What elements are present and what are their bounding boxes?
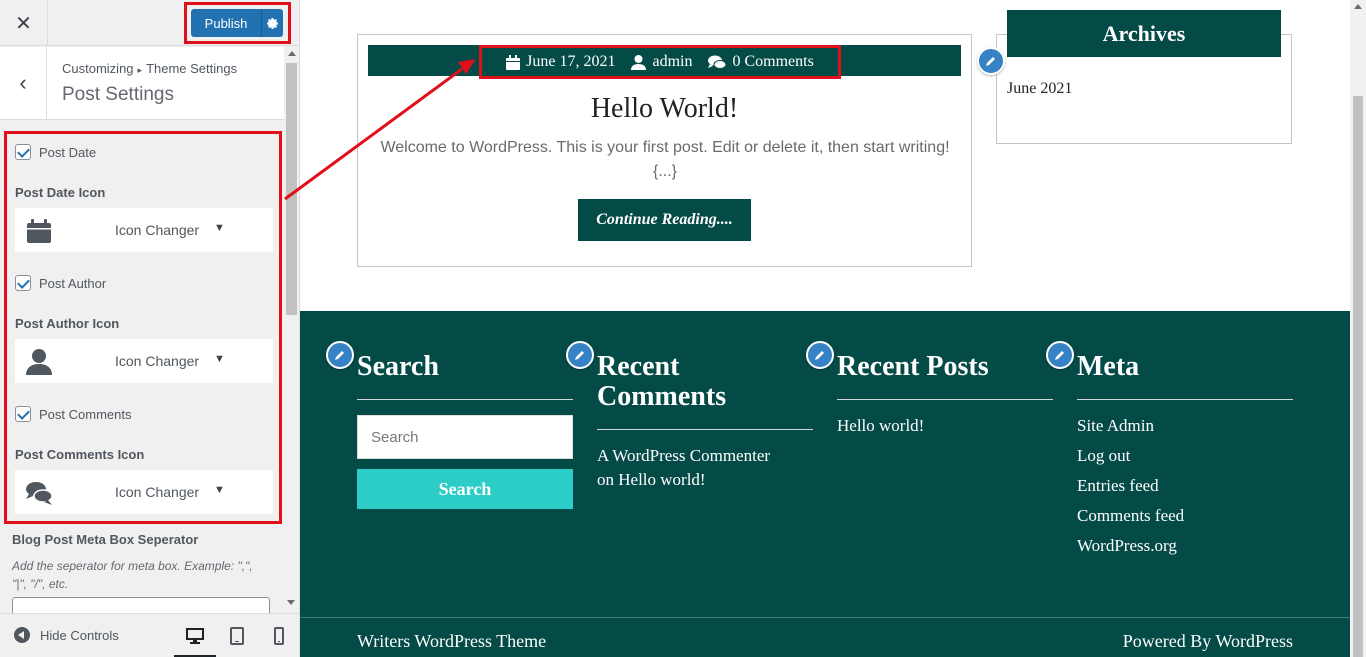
- post-author-icon-changer[interactable]: Icon Changer ▼: [15, 339, 273, 383]
- hide-controls-button[interactable]: Hide Controls: [14, 627, 119, 643]
- tablet-icon[interactable]: [227, 626, 247, 646]
- breadcrumb-current: Theme Settings: [146, 61, 238, 76]
- scroll-up-arrow-icon[interactable]: [1354, 4, 1362, 9]
- widget-divider: [837, 399, 1053, 400]
- hide-controls-label: Hide Controls: [40, 627, 119, 643]
- post-meta-highlight: June 17, 2021 admin 0 Comments: [479, 45, 841, 79]
- icon-changer-label: Icon Changer: [115, 222, 200, 238]
- widget-divider: [1077, 399, 1293, 400]
- customizer-sidebar: ✕ Publish ‹ Customizing ▸ Theme Settings P…: [0, 0, 300, 657]
- calendar-icon: [506, 54, 521, 70]
- post-comments-meta[interactable]: 0 Comments: [708, 53, 814, 71]
- post-author-meta[interactable]: admin: [631, 53, 692, 71]
- post-author-text: admin: [652, 53, 693, 70]
- post-comments-text: 0 Comments: [732, 53, 814, 70]
- icon-changer-label: Icon Changer: [115, 484, 200, 500]
- scroll-down-arrow-icon[interactable]: [287, 600, 295, 605]
- post-date-checkbox[interactable]: [15, 144, 31, 160]
- post-date-checkbox-row[interactable]: Post Date: [15, 144, 96, 160]
- icon-changer-label: Icon Changer: [115, 353, 200, 369]
- chevron-down-icon: ▼: [214, 353, 225, 365]
- post-comments-icon-label: Post Comments Icon: [15, 447, 145, 462]
- widget-divider: [597, 429, 813, 430]
- continue-reading-button[interactable]: Continue Reading....: [578, 199, 751, 241]
- breadcrumb: Customizing ▸ Theme Settings: [62, 61, 237, 76]
- site-preview: June 17, 2021 admin 0 Comments Hello Wor…: [300, 0, 1366, 657]
- recent-post-link[interactable]: Hello world!: [837, 414, 924, 438]
- footer-theme-credit[interactable]: Writers WordPress Theme: [357, 631, 546, 652]
- recent-comments-title-line1: Recent: [597, 351, 680, 382]
- publish-button[interactable]: Publish: [191, 9, 261, 37]
- scrollbar-thumb[interactable]: [1353, 96, 1363, 657]
- post-date-checkbox-label: Post Date: [39, 144, 97, 160]
- post-date-text: June 17, 2021: [526, 53, 616, 70]
- breadcrumb-separator: ▸: [137, 65, 143, 75]
- search-input[interactable]: Search: [357, 415, 573, 459]
- scrollbar-thumb[interactable]: [286, 63, 297, 315]
- post-excerpt: Welcome to WordPress. This is your first…: [380, 139, 950, 180]
- post-comments-checkbox[interactable]: [15, 406, 31, 422]
- post-date-icon-label: Post Date Icon: [15, 185, 106, 200]
- breadcrumb-parent: Customizing: [62, 61, 134, 76]
- post-comments-icon-changer[interactable]: Icon Changer ▼: [15, 470, 273, 514]
- recent-comments-title-line2: Comments: [597, 381, 727, 412]
- footer-divider: [300, 617, 1350, 618]
- back-chevron-icon[interactable]: ‹: [0, 47, 47, 119]
- meta-separator-input[interactable]: [12, 597, 270, 613]
- post-meta-controls-highlight: Post Date Post Date Icon Icon Changer ▼ …: [4, 131, 282, 524]
- chevron-down-icon: ▼: [214, 222, 225, 234]
- edit-shortcut-pencil-icon[interactable]: [977, 47, 1005, 75]
- archives-title: Archives: [1007, 10, 1281, 57]
- section-header: ‹ Customizing ▸ Theme Settings Post Settin…: [0, 47, 284, 120]
- calendar-icon: [27, 219, 51, 243]
- meta-widget-title: Meta: [1077, 351, 1140, 382]
- post-date-icon-changer[interactable]: Icon Changer ▼: [15, 208, 273, 252]
- meta-separator-label: Blog Post Meta Box Seperator: [12, 532, 199, 547]
- edit-shortcut-pencil-icon[interactable]: [1046, 341, 1074, 369]
- post-author-checkbox-label: Post Author: [39, 275, 107, 291]
- meta-link-entries-feed[interactable]: Entries feed: [1077, 474, 1159, 498]
- chevron-down-icon: ▼: [214, 484, 225, 496]
- post-date-meta[interactable]: June 17, 2021: [506, 53, 615, 71]
- publish-settings-gear-icon[interactable]: [261, 9, 283, 37]
- archive-link[interactable]: June 2021: [1007, 80, 1072, 98]
- mobile-icon[interactable]: [269, 626, 289, 646]
- sidebar-scrollbar[interactable]: [284, 47, 299, 612]
- edit-shortcut-pencil-icon[interactable]: [326, 341, 354, 369]
- search-button[interactable]: Search: [357, 469, 573, 509]
- recent-comment-author[interactable]: A WordPress Commenter: [597, 444, 770, 468]
- publish-highlight: Publish: [184, 2, 291, 44]
- edit-shortcut-pencil-icon[interactable]: [806, 341, 834, 369]
- meta-link-comments-feed[interactable]: Comments feed: [1077, 504, 1184, 528]
- post-comments-checkbox-row[interactable]: Post Comments: [15, 406, 131, 422]
- scroll-up-arrow-icon[interactable]: [288, 51, 296, 56]
- desktop-icon[interactable]: [185, 626, 205, 646]
- search-widget-title: Search: [357, 351, 439, 382]
- post-title[interactable]: Hello World!: [357, 93, 972, 125]
- user-icon: [631, 54, 647, 70]
- comments-icon: [26, 482, 53, 505]
- widget-divider: [357, 399, 573, 400]
- collapse-icon: [14, 627, 30, 643]
- meta-link-site-admin[interactable]: Site Admin: [1077, 414, 1154, 438]
- post-author-checkbox-row[interactable]: Post Author: [15, 275, 106, 291]
- customizer-app: ✕ Publish ‹ Customizing ▸ Theme Settings P…: [0, 0, 1366, 657]
- close-icon[interactable]: ✕: [0, 0, 48, 46]
- footer-powered-by[interactable]: Powered By WordPress: [1123, 631, 1293, 652]
- section-title: Post Settings: [62, 84, 174, 105]
- post-author-checkbox[interactable]: [15, 275, 31, 291]
- post-author-icon-label: Post Author Icon: [15, 316, 120, 331]
- meta-link-wordpress-org[interactable]: WordPress.org: [1077, 534, 1177, 558]
- recent-comment-post[interactable]: on Hello world!: [597, 468, 706, 492]
- post-comments-checkbox-label: Post Comments: [39, 406, 132, 422]
- meta-separator-description: Add the seperator for meta box. Example:…: [12, 559, 253, 591]
- comments-icon: [708, 55, 727, 69]
- edit-shortcut-pencil-icon[interactable]: [566, 341, 594, 369]
- customizer-footer: Hide Controls: [0, 613, 299, 657]
- user-icon: [26, 349, 52, 375]
- preview-scrollbar[interactable]: [1350, 0, 1366, 657]
- recent-posts-title: Recent Posts: [837, 351, 989, 382]
- meta-link-log-out[interactable]: Log out: [1077, 444, 1130, 468]
- customizer-header: ✕ Publish: [0, 0, 299, 46]
